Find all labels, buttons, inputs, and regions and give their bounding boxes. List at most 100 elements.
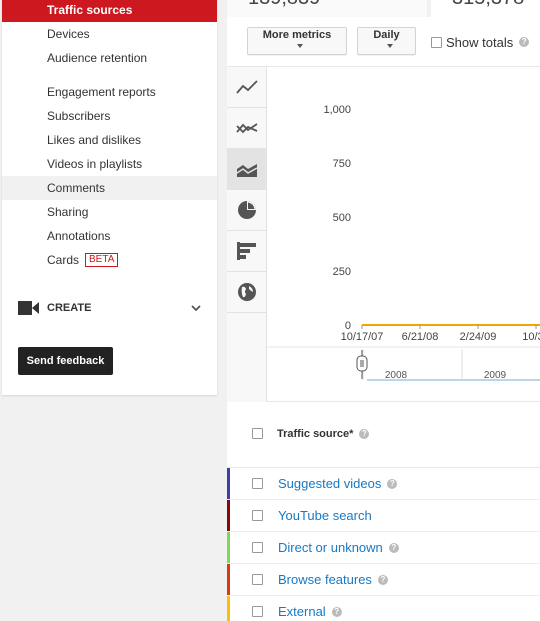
caret-down-icon (386, 44, 393, 49)
stat-box-left: 139,839 (227, 0, 427, 17)
show-totals-toggle[interactable]: Show totals ? (431, 34, 530, 50)
create-menu[interactable]: CREATE (2, 296, 217, 320)
series-color-bar (227, 468, 230, 499)
sidebar-item-label: Devices (47, 27, 90, 41)
y-axis-ticks: 1,0007505002500 (323, 104, 351, 332)
chart-type-pie[interactable] (227, 190, 267, 231)
traffic-source-label: External (278, 604, 326, 619)
sidebar-item-sharing[interactable]: Sharing (2, 200, 217, 224)
stat-value-right: 315,378* (452, 0, 532, 10)
sidebar-item-label: Cards (47, 253, 80, 267)
table-row: YouTube search (227, 500, 540, 532)
sidebar-item-comments[interactable]: Comments (2, 176, 217, 200)
column-header-label: Traffic source* (277, 428, 354, 440)
show-totals-label: Show totals (446, 34, 514, 50)
timeline-year-label: 2009 (484, 370, 507, 381)
chevron-down-icon (191, 305, 201, 312)
sidebar-item-label: Sharing (47, 205, 89, 219)
series-color-bar (227, 596, 230, 621)
sidebar-item-label: Comments (47, 181, 106, 195)
more-metrics-label: More metrics (262, 29, 332, 41)
multi-line-chart-icon (236, 123, 258, 134)
sidebar-item-videos-in-playlists[interactable]: Videos in playlists (2, 152, 217, 176)
sidebar-item-engagement-reports[interactable]: Engagement reports (2, 80, 217, 104)
traffic-source-label: Suggested videos (278, 476, 382, 491)
beta-badge: BETA (85, 252, 119, 267)
create-label: CREATE (47, 302, 92, 314)
timeline-handle-grip (356, 355, 368, 372)
more-metrics-dropdown[interactable]: More metrics (247, 27, 347, 55)
traffic-source-column-header[interactable]: Traffic source* ? (277, 428, 370, 440)
chart-type-line[interactable] (227, 67, 267, 108)
sidebar-item-likes-dislikes[interactable]: Likes and dislikes (2, 128, 217, 152)
help-icon[interactable]: ? (387, 478, 398, 489)
show-totals-checkbox[interactable] (431, 36, 442, 48)
help-icon[interactable]: ? (519, 37, 530, 47)
chart-type-bar[interactable] (227, 231, 267, 272)
y-tick-label: 250 (333, 266, 351, 278)
sidebar-item-devices[interactable]: Devices (2, 22, 217, 46)
traffic-source-label: Browse features (278, 572, 372, 587)
row-checkbox[interactable] (252, 478, 263, 489)
series-color-bar (227, 532, 230, 563)
sidebar-item-label: Annotations (47, 229, 111, 243)
timeline-navigator: 20082009201 (362, 349, 540, 381)
traffic-source-label: YouTube search (278, 508, 372, 523)
traffic-source-link[interactable]: External? (278, 596, 342, 621)
series-color-bar (227, 564, 230, 595)
x-tick-label: 10/30 (522, 331, 540, 343)
row-checkbox[interactable] (252, 606, 263, 617)
sidebar-item-label: Audience retention (47, 51, 148, 65)
report-toolbar: More metrics Daily Show totals ? (227, 17, 540, 67)
timeline-handle[interactable] (356, 350, 368, 379)
table-row: Suggested videos? (227, 468, 540, 500)
row-checkbox[interactable] (252, 510, 263, 521)
table-header: Traffic source* ? (227, 402, 540, 468)
chart-type-spacer (227, 313, 267, 402)
x-tick-label: 6/21/08 (402, 331, 439, 343)
help-icon[interactable]: ? (388, 542, 399, 553)
traffic-source-link[interactable]: Browse features? (278, 564, 388, 595)
chart-type-stacked-area[interactable] (227, 149, 267, 190)
sidebar-item-subscribers[interactable]: Subscribers (2, 104, 217, 128)
sidebar-item-annotations[interactable]: Annotations (2, 224, 217, 248)
sidebar-item-label: Subscribers (47, 109, 111, 123)
traffic-source-link[interactable]: Direct or unknown? (278, 532, 399, 563)
row-checkbox[interactable] (252, 574, 263, 585)
x-tick-label: 2/24/09 (460, 331, 497, 343)
table-row: External? (227, 596, 540, 621)
help-icon[interactable]: ? (359, 429, 370, 439)
sidebar-item-cards[interactable]: Cards BETA (2, 248, 217, 272)
sidebar-item-label: Engagement reports (47, 85, 156, 99)
chart-panel: 1,000 750 500 250 0 10/17/07 6/21/08 2/24/09 10… (227, 67, 540, 402)
stat-value-left: 139,839 (248, 0, 320, 10)
sidebar-item-audience-retention[interactable]: Audience retention (2, 46, 217, 70)
sidebar-item-traffic-sources[interactable]: Traffic sources (2, 0, 217, 22)
stacked-area-chart-icon (236, 164, 258, 177)
help-icon[interactable]: ? (331, 606, 342, 617)
main-panel: 139,839 315,378* More metrics Daily Show… (227, 0, 540, 621)
chart-type-multi-line[interactable] (227, 108, 267, 149)
sidebar-item-label: Likes and dislikes (47, 133, 142, 147)
sidebar-item-label: Videos in playlists (47, 157, 143, 171)
traffic-source-label: Direct or unknown (278, 540, 383, 555)
video-camera-icon (18, 301, 39, 315)
select-all-checkbox[interactable] (252, 428, 263, 439)
chart-type-selector (227, 67, 267, 402)
daily-dropdown[interactable]: Daily (357, 27, 416, 55)
x-tick-label: 10/17/07 (341, 331, 384, 343)
chart-type-map[interactable] (227, 272, 267, 313)
help-icon[interactable]: ? (377, 574, 388, 585)
pie-chart-icon (238, 201, 256, 219)
daily-label: Daily (373, 29, 400, 41)
bar-chart-icon (237, 242, 256, 260)
traffic-source-link[interactable]: YouTube search (278, 500, 372, 531)
y-tick-label: 500 (333, 212, 351, 224)
sidebar-item-label: Traffic sources (47, 3, 133, 17)
row-checkbox[interactable] (252, 542, 263, 553)
traffic-source-link[interactable]: Suggested videos? (278, 468, 398, 499)
sidebar: Traffic sources Devices Audience retenti… (2, 0, 217, 395)
timeline-year-label: 2008 (385, 370, 408, 381)
send-feedback-button[interactable]: Send feedback (18, 347, 113, 375)
globe-map-icon (238, 283, 256, 301)
